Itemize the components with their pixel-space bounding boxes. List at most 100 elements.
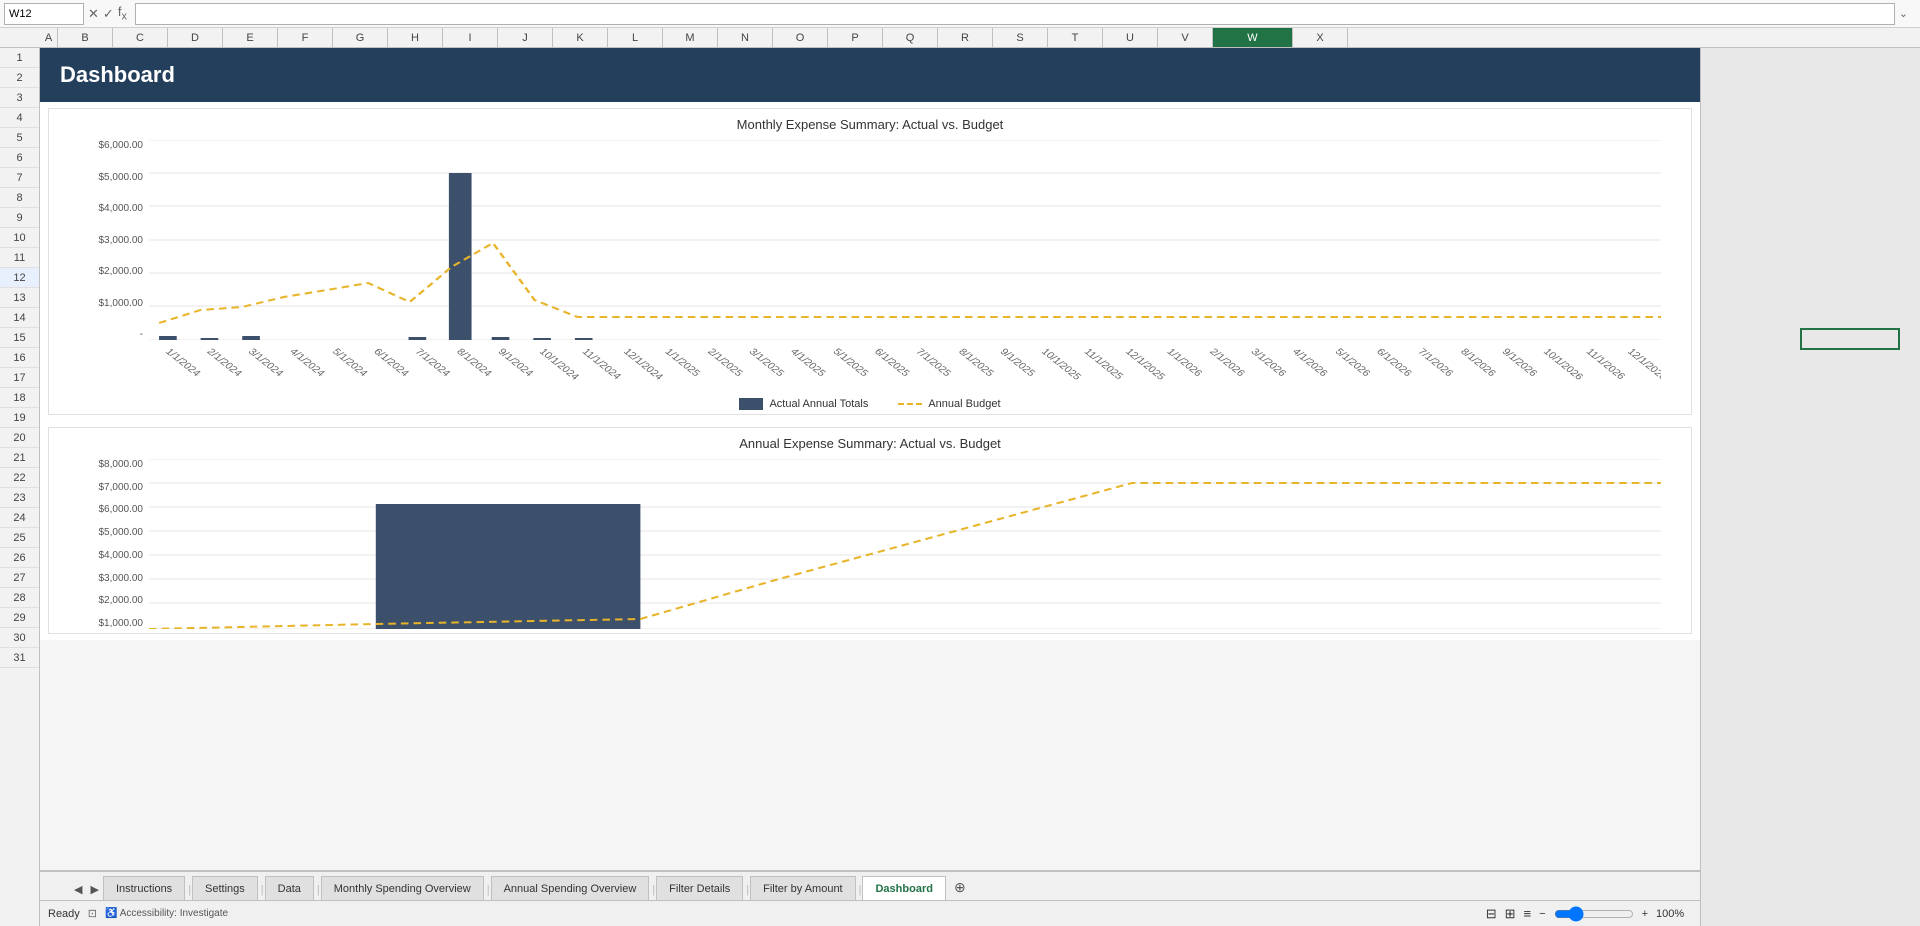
formula-icon[interactable]: fx [118,4,127,23]
row-31[interactable]: 31 [0,648,39,668]
col-j[interactable]: J [498,28,553,47]
col-a[interactable]: A [40,28,58,47]
row-29[interactable]: 29 [0,608,39,628]
col-q[interactable]: Q [883,28,938,47]
svg-text:1/1/2025: 1/1/2025 [662,347,702,379]
row-1[interactable]: 1 [0,48,39,68]
svg-text:11/1/2026: 11/1/2026 [1583,347,1627,382]
tab-filter-amount[interactable]: Filter by Amount [750,876,855,900]
col-v[interactable]: V [1158,28,1213,47]
confirm-icon[interactable]: ✓ [103,6,114,22]
row-17[interactable]: 17 [0,368,39,388]
svg-text:6/1/2024: 6/1/2024 [371,347,411,379]
row-10[interactable]: 10 [0,228,39,248]
zoom-in-icon[interactable]: + [1642,908,1648,920]
row-28[interactable]: 28 [0,588,39,608]
col-x[interactable]: X [1293,28,1348,47]
row-3[interactable]: 3 [0,88,39,108]
monthly-chart-svg [149,140,1661,340]
row-18[interactable]: 18 [0,388,39,408]
row-21[interactable]: 21 [0,448,39,468]
svg-text:8/1/2026: 8/1/2026 [1458,347,1498,379]
spreadsheet-area: 1 2 3 4 5 6 7 8 9 10 11 12 13 14 15 16 1… [0,48,1920,926]
tab-settings[interactable]: Settings [192,876,258,900]
col-t[interactable]: T [1048,28,1103,47]
row-15[interactable]: 15 [0,328,39,348]
dashboard-header: Dashboard [40,48,1700,102]
annual-y-axis: $8,000.00 $7,000.00 $6,000.00 $5,000.00 … [79,459,149,629]
svg-text:10/1/2025: 10/1/2025 [1039,347,1083,382]
tab-annual-spending[interactable]: Annual Spending Overview [491,876,650,900]
svg-text:3/1/2025: 3/1/2025 [746,347,786,379]
col-n[interactable]: N [718,28,773,47]
col-f[interactable]: F [278,28,333,47]
page-break-icon[interactable]: ≡ [1524,906,1532,921]
svg-text:10/1/2026: 10/1/2026 [1541,347,1585,382]
row-20[interactable]: 20 [0,428,39,448]
row-25[interactable]: 25 [0,528,39,548]
row-5[interactable]: 5 [0,128,39,148]
zoom-level[interactable]: 100% [1656,908,1692,920]
tab-dashboard[interactable]: Dashboard [862,876,945,900]
col-w[interactable]: W [1213,28,1293,47]
tab-monthly-spending[interactable]: Monthly Spending Overview [321,876,484,900]
row-16[interactable]: 16 [0,348,39,368]
accessibility-status[interactable]: ♿ Accessibility: Investigate [105,908,228,919]
row-6[interactable]: 6 [0,148,39,168]
row-19[interactable]: 19 [0,408,39,428]
row-11[interactable]: 11 [0,248,39,268]
row-22[interactable]: 22 [0,468,39,488]
col-l[interactable]: L [608,28,663,47]
row-27[interactable]: 27 [0,568,39,588]
col-h[interactable]: H [388,28,443,47]
col-r[interactable]: R [938,28,993,47]
row-8[interactable]: 8 [0,188,39,208]
row-14[interactable]: 14 [0,308,39,328]
row-24[interactable]: 24 [0,508,39,528]
tab-instructions[interactable]: Instructions [103,876,185,900]
row-9[interactable]: 9 [0,208,39,228]
col-s[interactable]: S [993,28,1048,47]
svg-text:2/1/2026: 2/1/2026 [1207,347,1247,379]
add-sheet-icon[interactable]: ⊕ [954,879,966,896]
svg-text:7/1/2024: 7/1/2024 [412,347,452,379]
col-b[interactable]: B [58,28,113,47]
tab-next-icon[interactable]: ▶ [86,883,102,896]
col-p[interactable]: P [828,28,883,47]
tab-prev-icon[interactable]: ◀ [70,883,86,896]
normal-view-icon[interactable]: ⊟ [1486,906,1497,922]
col-d[interactable]: D [168,28,223,47]
row-4[interactable]: 4 [0,108,39,128]
row-12[interactable]: 12 [0,268,39,288]
cancel-icon[interactable]: ✕ [88,6,99,22]
col-g[interactable]: G [333,28,388,47]
col-m[interactable]: M [663,28,718,47]
tab-data[interactable]: Data [265,876,314,900]
page-layout-icon[interactable]: ⊞ [1505,906,1516,922]
row-23[interactable]: 23 [0,488,39,508]
zoom-slider[interactable] [1554,906,1634,922]
zoom-out-icon[interactable]: − [1539,908,1545,920]
col-k[interactable]: K [553,28,608,47]
col-i[interactable]: I [443,28,498,47]
row-30[interactable]: 30 [0,628,39,648]
accessibility-icon: ♿ [105,908,117,919]
row-13[interactable]: 13 [0,288,39,308]
expand-formula-icon[interactable]: ⌄ [1899,7,1916,20]
col-e[interactable]: E [223,28,278,47]
col-o[interactable]: O [773,28,828,47]
tab-filter-details[interactable]: Filter Details [656,876,743,900]
col-u[interactable]: U [1103,28,1158,47]
selected-cell-w12[interactable] [1800,328,1900,350]
svg-text:3/1/2026: 3/1/2026 [1248,347,1288,379]
svg-text:7/1/2025: 7/1/2025 [913,347,953,379]
row-7[interactable]: 7 [0,168,39,188]
name-box[interactable]: W12 [4,3,84,25]
formula-input[interactable] [135,3,1895,25]
row-2[interactable]: 2 [0,68,39,88]
content-area[interactable]: Dashboard Monthly Expense Summary: Actua… [40,48,1700,926]
row-26[interactable]: 26 [0,548,39,568]
svg-text:9/1/2024: 9/1/2024 [495,347,535,379]
col-c[interactable]: C [113,28,168,47]
svg-text:10/1/2024: 10/1/2024 [537,347,581,382]
